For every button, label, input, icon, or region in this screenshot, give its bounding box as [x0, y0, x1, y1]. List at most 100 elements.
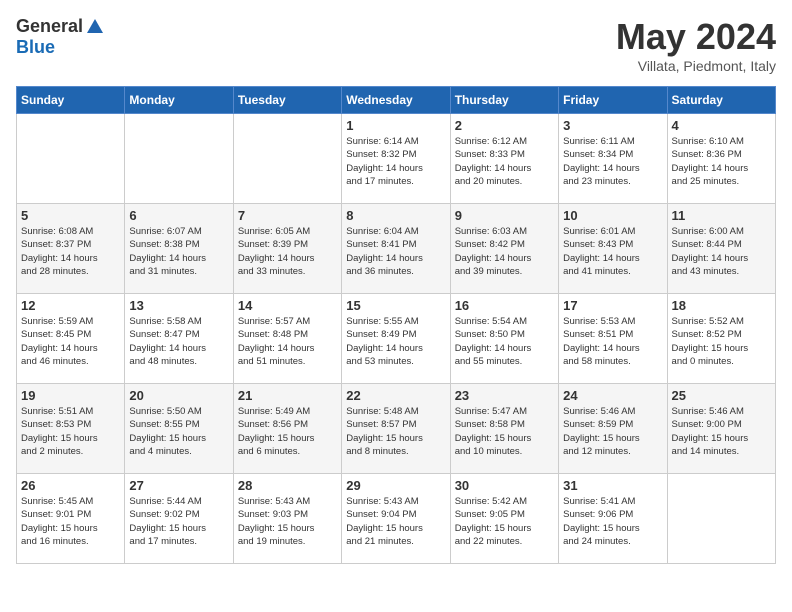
- day-info: Sunrise: 6:11 AM Sunset: 8:34 PM Dayligh…: [563, 135, 662, 188]
- calendar-cell: [233, 114, 341, 204]
- day-number: 13: [129, 298, 228, 313]
- day-number: 6: [129, 208, 228, 223]
- day-number: 20: [129, 388, 228, 403]
- day-number: 7: [238, 208, 337, 223]
- calendar-cell: 16 Sunrise: 5:54 AM Sunset: 8:50 PM Dayli…: [450, 294, 558, 384]
- calendar-week-row: 19 Sunrise: 5:51 AM Sunset: 8:53 PM Dayli…: [17, 384, 776, 474]
- month-title: May 2024: [616, 16, 776, 58]
- calendar-cell: 26Sunrise: 5:45 AM Sunset: 9:01 PM Dayli…: [17, 474, 125, 564]
- weekday-header-friday: Friday: [559, 87, 667, 114]
- weekday-header-sunday: Sunday: [17, 87, 125, 114]
- day-number: 23: [455, 388, 554, 403]
- day-info: Sunrise: 5:55 AM Sunset: 8:49 PM Dayligh…: [346, 315, 445, 368]
- day-info: Sunrise: 6:07 AM Sunset: 8:38 PM Dayligh…: [129, 225, 228, 278]
- calendar-cell: 10 Sunrise: 6:01 AM Sunset: 8:43 PM Dayli…: [559, 204, 667, 294]
- day-number: 4: [672, 118, 771, 133]
- day-info: Sunrise: 6:05 AM Sunset: 8:39 PM Dayligh…: [238, 225, 337, 278]
- calendar-cell: 22 Sunrise: 5:48 AM Sunset: 8:57 PM Dayli…: [342, 384, 450, 474]
- day-number: 2: [455, 118, 554, 133]
- calendar-table: SundayMondayTuesdayWednesdayThursdayFrid…: [16, 86, 776, 564]
- calendar-cell: 31Sunrise: 5:41 AM Sunset: 9:06 PM Dayli…: [559, 474, 667, 564]
- calendar-cell: 21 Sunrise: 5:49 AM Sunset: 8:56 PM Dayli…: [233, 384, 341, 474]
- day-number: 29: [346, 478, 445, 493]
- calendar-cell: [125, 114, 233, 204]
- calendar-cell: 13Sunrise: 5:58 AM Sunset: 8:47 PM Dayli…: [125, 294, 233, 384]
- weekday-header-tuesday: Tuesday: [233, 87, 341, 114]
- calendar-cell: 1 Sunrise: 6:14 AM Sunset: 8:32 PM Daylig…: [342, 114, 450, 204]
- day-number: 28: [238, 478, 337, 493]
- day-number: 10: [563, 208, 662, 223]
- day-info: Sunrise: 5:46 AM Sunset: 9:00 PM Dayligh…: [672, 405, 771, 458]
- day-info: Sunrise: 6:10 AM Sunset: 8:36 PM Dayligh…: [672, 135, 771, 188]
- day-info: Sunrise: 6:01 AM Sunset: 8:43 PM Dayligh…: [563, 225, 662, 278]
- day-number: 22: [346, 388, 445, 403]
- day-info: Sunrise: 6:14 AM Sunset: 8:32 PM Dayligh…: [346, 135, 445, 188]
- day-info: Sunrise: 5:41 AM Sunset: 9:06 PM Dayligh…: [563, 495, 662, 548]
- weekday-header-thursday: Thursday: [450, 87, 558, 114]
- calendar-week-row: 26Sunrise: 5:45 AM Sunset: 9:01 PM Dayli…: [17, 474, 776, 564]
- day-number: 1: [346, 118, 445, 133]
- day-number: 30: [455, 478, 554, 493]
- day-number: 21: [238, 388, 337, 403]
- day-number: 16: [455, 298, 554, 313]
- calendar-cell: 5 Sunrise: 6:08 AM Sunset: 8:37 PM Daylig…: [17, 204, 125, 294]
- day-info: Sunrise: 5:48 AM Sunset: 8:57 PM Dayligh…: [346, 405, 445, 458]
- day-info: Sunrise: 6:00 AM Sunset: 8:44 PM Dayligh…: [672, 225, 771, 278]
- day-info: Sunrise: 6:08 AM Sunset: 8:37 PM Dayligh…: [21, 225, 120, 278]
- weekday-header-wednesday: Wednesday: [342, 87, 450, 114]
- day-info: Sunrise: 5:46 AM Sunset: 8:59 PM Dayligh…: [563, 405, 662, 458]
- day-number: 18: [672, 298, 771, 313]
- title-block: May 2024 Villata, Piedmont, Italy: [616, 16, 776, 74]
- day-info: Sunrise: 5:43 AM Sunset: 9:03 PM Dayligh…: [238, 495, 337, 548]
- day-info: Sunrise: 5:49 AM Sunset: 8:56 PM Dayligh…: [238, 405, 337, 458]
- day-number: 11: [672, 208, 771, 223]
- logo-general-text: General: [16, 16, 83, 37]
- day-number: 3: [563, 118, 662, 133]
- day-number: 5: [21, 208, 120, 223]
- day-info: Sunrise: 5:59 AM Sunset: 8:45 PM Dayligh…: [21, 315, 120, 368]
- calendar-cell: 6 Sunrise: 6:07 AM Sunset: 8:38 PM Daylig…: [125, 204, 233, 294]
- day-info: Sunrise: 5:45 AM Sunset: 9:01 PM Dayligh…: [21, 495, 120, 548]
- day-number: 9: [455, 208, 554, 223]
- calendar-week-row: 1 Sunrise: 6:14 AM Sunset: 8:32 PM Daylig…: [17, 114, 776, 204]
- day-info: Sunrise: 6:12 AM Sunset: 8:33 PM Dayligh…: [455, 135, 554, 188]
- calendar-cell: 19 Sunrise: 5:51 AM Sunset: 8:53 PM Dayli…: [17, 384, 125, 474]
- logo-icon: [85, 17, 105, 37]
- day-number: 12: [21, 298, 120, 313]
- day-info: Sunrise: 5:57 AM Sunset: 8:48 PM Dayligh…: [238, 315, 337, 368]
- location-text: Villata, Piedmont, Italy: [616, 58, 776, 74]
- calendar-cell: 25 Sunrise: 5:46 AM Sunset: 9:00 PM Dayli…: [667, 384, 775, 474]
- calendar-cell: 2 Sunrise: 6:12 AM Sunset: 8:33 PM Daylig…: [450, 114, 558, 204]
- calendar-cell: 4 Sunrise: 6:10 AM Sunset: 8:36 PM Daylig…: [667, 114, 775, 204]
- day-info: Sunrise: 5:42 AM Sunset: 9:05 PM Dayligh…: [455, 495, 554, 548]
- calendar-cell: 17Sunrise: 5:53 AM Sunset: 8:51 PM Dayli…: [559, 294, 667, 384]
- calendar-cell: 29Sunrise: 5:43 AM Sunset: 9:04 PM Dayli…: [342, 474, 450, 564]
- calendar-header: SundayMondayTuesdayWednesdayThursdayFrid…: [17, 87, 776, 114]
- weekday-header-monday: Monday: [125, 87, 233, 114]
- day-number: 25: [672, 388, 771, 403]
- calendar-cell: 7 Sunrise: 6:05 AM Sunset: 8:39 PM Daylig…: [233, 204, 341, 294]
- calendar-cell: 8Sunrise: 6:04 AM Sunset: 8:41 PM Daylig…: [342, 204, 450, 294]
- calendar-cell: 18 Sunrise: 5:52 AM Sunset: 8:52 PM Dayli…: [667, 294, 775, 384]
- calendar-cell: 28 Sunrise: 5:43 AM Sunset: 9:03 PM Dayli…: [233, 474, 341, 564]
- calendar-cell: 9Sunrise: 6:03 AM Sunset: 8:42 PM Daylig…: [450, 204, 558, 294]
- calendar-cell: 27Sunrise: 5:44 AM Sunset: 9:02 PM Dayli…: [125, 474, 233, 564]
- weekday-header-saturday: Saturday: [667, 87, 775, 114]
- weekday-row: SundayMondayTuesdayWednesdayThursdayFrid…: [17, 87, 776, 114]
- calendar-week-row: 12 Sunrise: 5:59 AM Sunset: 8:45 PM Dayli…: [17, 294, 776, 384]
- logo: General Blue: [16, 16, 105, 58]
- calendar-cell: [667, 474, 775, 564]
- page-header: General Blue May 2024 Villata, Piedmont,…: [16, 16, 776, 74]
- calendar-cell: 23Sunrise: 5:47 AM Sunset: 8:58 PM Dayli…: [450, 384, 558, 474]
- day-info: Sunrise: 5:51 AM Sunset: 8:53 PM Dayligh…: [21, 405, 120, 458]
- day-number: 19: [21, 388, 120, 403]
- calendar-week-row: 5 Sunrise: 6:08 AM Sunset: 8:37 PM Daylig…: [17, 204, 776, 294]
- day-number: 17: [563, 298, 662, 313]
- day-info: Sunrise: 5:52 AM Sunset: 8:52 PM Dayligh…: [672, 315, 771, 368]
- day-number: 24: [563, 388, 662, 403]
- day-info: Sunrise: 5:54 AM Sunset: 8:50 PM Dayligh…: [455, 315, 554, 368]
- day-number: 27: [129, 478, 228, 493]
- calendar-cell: 15Sunrise: 5:55 AM Sunset: 8:49 PM Dayli…: [342, 294, 450, 384]
- logo-blue-text: Blue: [16, 37, 55, 58]
- calendar-cell: 12 Sunrise: 5:59 AM Sunset: 8:45 PM Dayli…: [17, 294, 125, 384]
